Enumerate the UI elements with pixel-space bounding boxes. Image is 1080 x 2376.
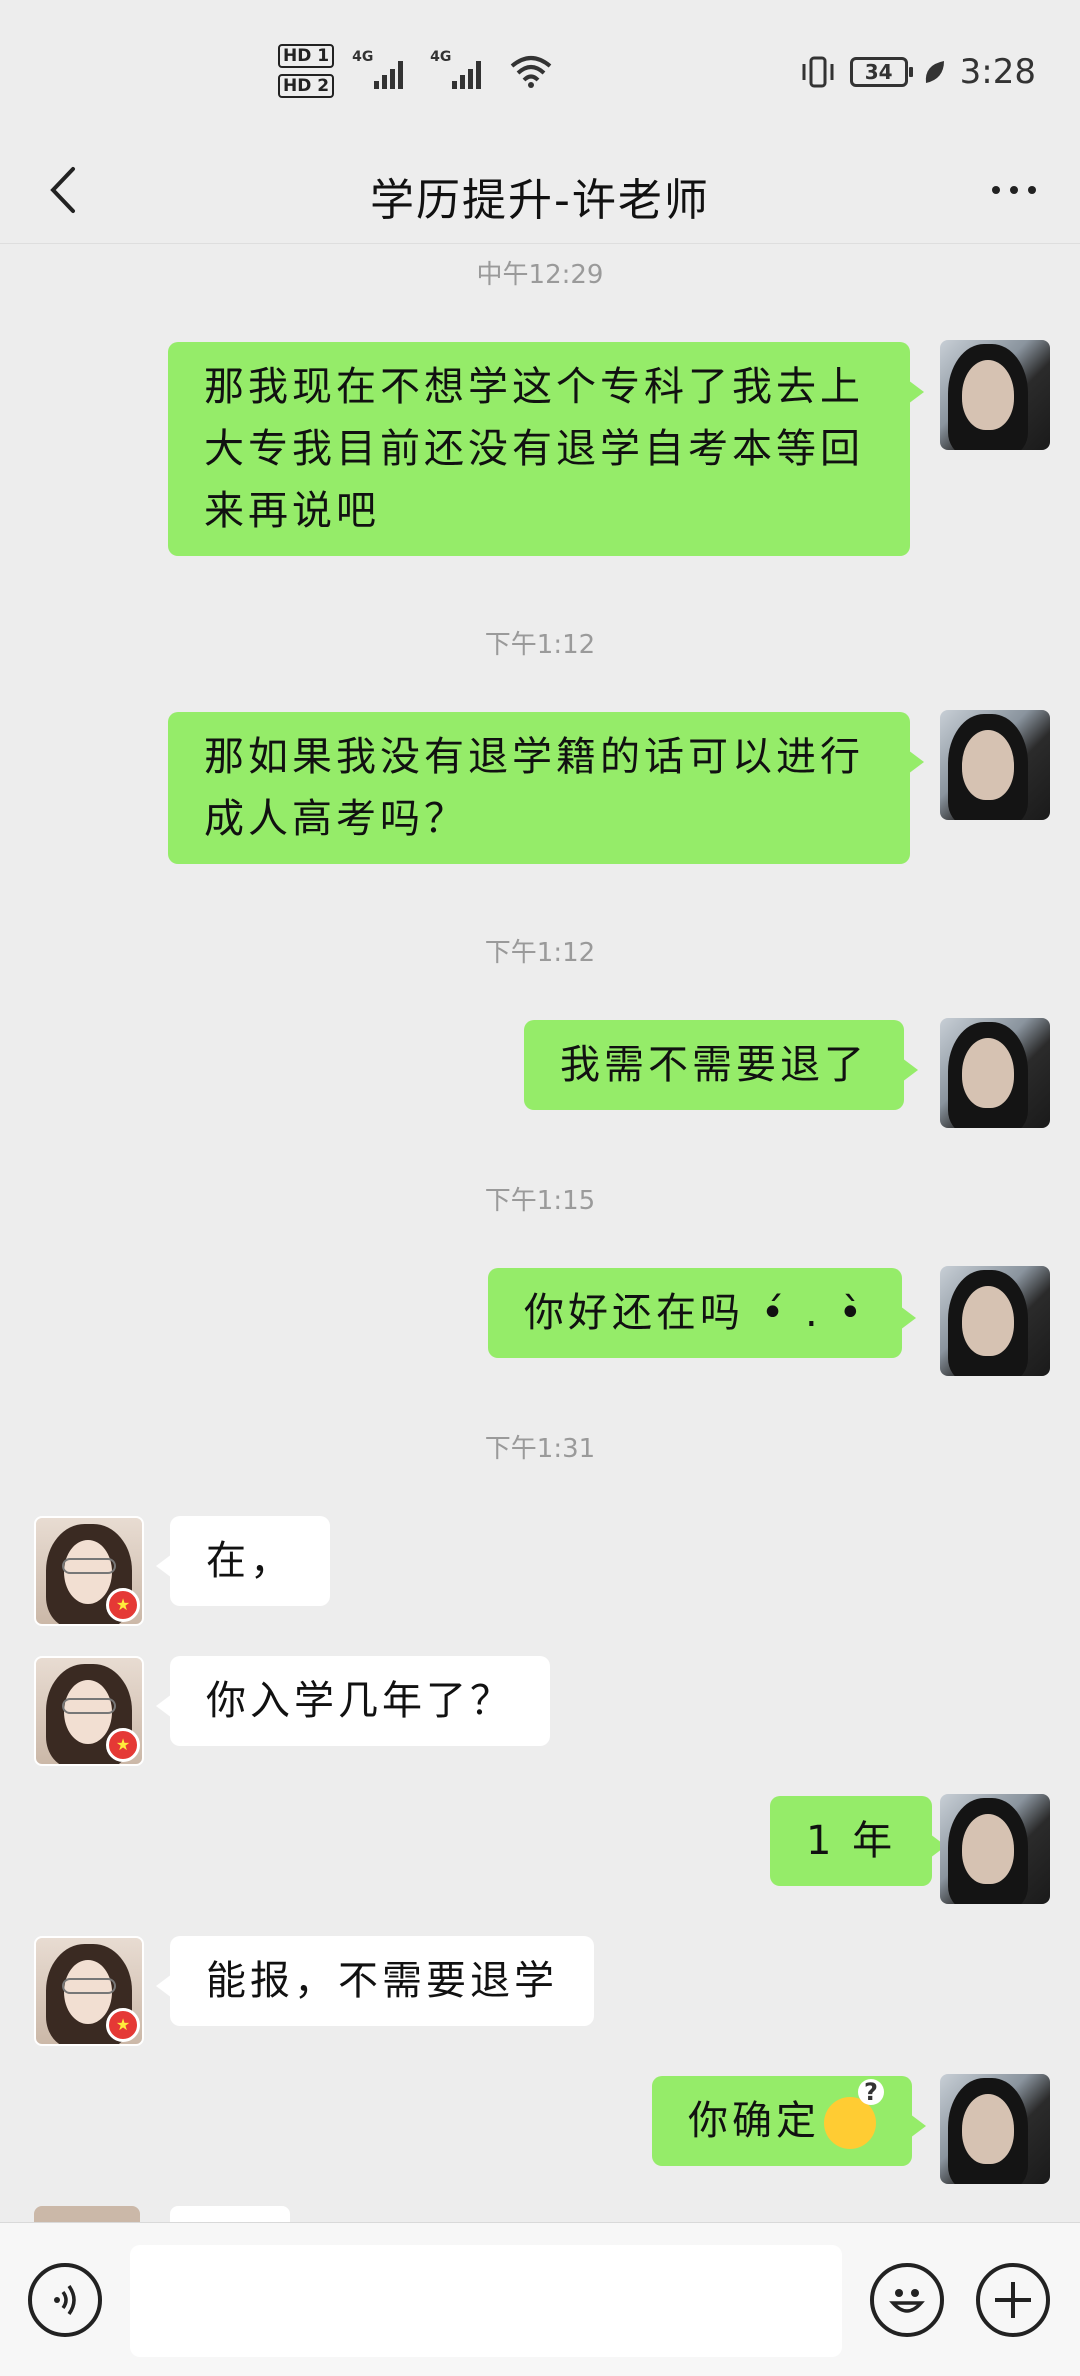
contact-avatar[interactable]: ★ [34,1516,144,1626]
signal-icon-1: 4G [352,49,412,89]
status-bar: HD 1 HD 2 4G 4G 34 3:28 [0,0,1080,140]
timestamp: 下午1:12 [484,938,596,968]
confused-emoji-icon [824,2079,884,2149]
my-avatar[interactable] [940,1794,1050,1904]
message-bubble-sent[interactable]: 你确定 [652,2076,926,2166]
hd2-badge: HD 2 [278,74,335,98]
message-input[interactable] [130,2245,842,2357]
contact-avatar[interactable]: ★ [34,1936,144,2046]
network-type-2: 4G [430,49,452,65]
message-bubble-received[interactable]: 能报，不需要退学 [156,1936,594,2026]
message-bubble-sent[interactable]: 那如果我没有退学籍的话可以进行成人高考吗？ [168,712,924,864]
china-flag-icon: ★ [106,1588,140,1622]
battery-indicator: 34 [849,57,913,87]
my-avatar[interactable] [940,710,1050,820]
emoji-button[interactable] [870,2263,944,2337]
timestamp: 下午1:15 [484,1186,596,1216]
plus-icon [995,2282,1031,2318]
timestamp: 下午1:12 [484,630,596,660]
message-text: 你确定 [688,2098,820,2144]
network-type-1: 4G [352,49,374,65]
china-flag-icon: ★ [106,2008,140,2042]
hd1-badge: HD 1 [278,44,335,68]
more-button[interactable] [978,158,1050,222]
chat-header: 学历提升-许老师 [0,140,1080,244]
message-bubble-sent[interactable]: 你好还在吗 •́ . •̀ [488,1268,917,1358]
signal-group: HD 1 HD 2 4G 4G [278,44,552,98]
wifi-icon [510,56,552,88]
my-avatar[interactable] [940,2074,1050,2184]
message-bubble-received[interactable]: 在， [156,1516,330,1606]
message-bubble-received[interactable]: 你入学几年了？ [156,1656,550,1746]
vibrate-icon [802,56,834,88]
timestamp: 下午1:31 [484,1434,596,1464]
contact-avatar[interactable]: ★ [34,1656,144,1766]
china-flag-icon: ★ [106,1728,140,1762]
message-bubble-sent[interactable]: 那我现在不想学这个专科了我去上大专我目前还没有退学自考本等回来再说吧 [168,342,924,556]
input-bar [0,2222,1080,2376]
plus-button[interactable] [976,2263,1050,2337]
chat-title: 学历提升-许老师 [370,175,710,226]
my-avatar[interactable] [940,340,1050,450]
message-bubble-partial [170,2206,290,2222]
voice-button[interactable] [28,2263,102,2337]
my-avatar[interactable] [940,1018,1050,1128]
message-bubble-sent[interactable]: 1 年 [770,1796,947,1886]
leaf-icon [925,61,944,83]
my-avatar[interactable] [940,1266,1050,1376]
more-dots-icon [992,186,1000,194]
signal-icon-2: 4G [430,49,490,89]
timestamp: 中午12:29 [476,260,604,290]
message-bubble-sent[interactable]: 我需不需要退了 [524,1020,918,1110]
smile-icon [889,2289,925,2313]
voice-icon [54,2284,76,2316]
clock: 3:28 [959,52,1036,92]
status-right: 34 3:28 [800,52,1036,92]
contact-avatar-partial [34,2206,140,2222]
